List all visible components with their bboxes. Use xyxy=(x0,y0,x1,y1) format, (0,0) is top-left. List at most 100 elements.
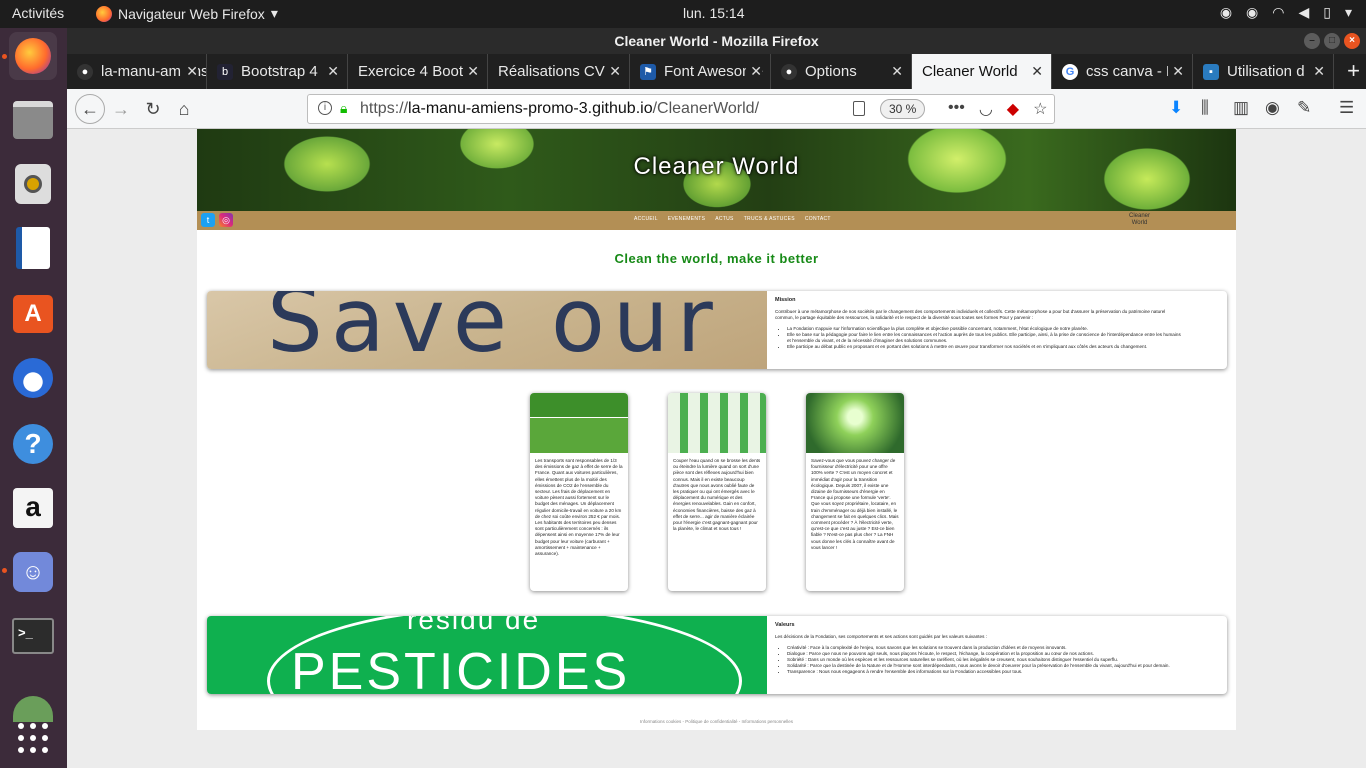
pocket-icon[interactable]: ◡ xyxy=(979,99,993,119)
back-button[interactable]: ← xyxy=(75,94,105,124)
close-icon[interactable]: ✕ xyxy=(1168,63,1184,80)
nav-trucs-astuces[interactable]: TRUCS & ASTUCES xyxy=(744,216,795,222)
extension-icon[interactable]: ◆ xyxy=(1007,99,1019,119)
nav-accueil[interactable]: ACCUEIL xyxy=(634,216,658,222)
activities-button[interactable]: Activités xyxy=(12,5,64,21)
discord-tray-icon[interactable]: ◉ xyxy=(1220,4,1232,21)
close-icon[interactable]: ✕ xyxy=(887,63,903,80)
close-icon[interactable]: ✕ xyxy=(1309,63,1325,80)
transport-card: Les transports sont responsables de 1/3 … xyxy=(530,393,628,591)
terminal-launcher[interactable]: >_ xyxy=(9,612,57,660)
firefox-icon xyxy=(96,5,112,22)
people-illustration xyxy=(530,393,628,453)
new-tab-button[interactable]: + xyxy=(1347,58,1360,84)
slogan: Clean the world, make it better xyxy=(614,251,819,266)
close-icon[interactable]: ✕ xyxy=(182,63,198,80)
writer-launcher[interactable] xyxy=(9,224,57,272)
downloads-icon[interactable]: ⬇ xyxy=(1169,98,1183,118)
list-item: Elle participe au débat public en propos… xyxy=(787,344,1185,350)
url-text[interactable]: https://la-manu-amiens-promo-3.github.io… xyxy=(360,100,759,118)
mission-intro: Contribuer à une métamorphose de nos soc… xyxy=(775,309,1166,320)
instagram-icon[interactable]: ◎ xyxy=(219,213,233,227)
site-footer[interactable]: Informations cookies - Politique de conf… xyxy=(197,719,1236,724)
launcher-dock: A ? a ☺ >_ xyxy=(0,28,67,768)
reader-view-icon[interactable] xyxy=(853,101,865,116)
hamburger-menu-icon[interactable]: ☰ xyxy=(1339,98,1354,118)
url-bar[interactable]: i 🔒︎ https://la-manu-amiens-promo-3.gith… xyxy=(307,94,1055,124)
amazon-icon: a xyxy=(13,488,53,528)
site-nav: t ◎ ACCUEIL EVENEMENTS ACTUS TRUCS & AST… xyxy=(197,211,1236,230)
app-menu[interactable]: Navigateur Web Firefox ▾ xyxy=(96,5,278,22)
close-icon[interactable]: ✕ xyxy=(463,63,479,80)
tab-css-canva[interactable]: G css canva - R ✕ xyxy=(1052,54,1193,89)
firefox-icon xyxy=(15,38,51,74)
help-icon: ? xyxy=(13,424,53,464)
nav-evenements[interactable]: EVENEMENTS xyxy=(668,216,705,222)
tab-options[interactable]: ● Options ✕ xyxy=(771,54,912,89)
twitter-icon[interactable]: t xyxy=(201,213,215,227)
close-icon[interactable]: ✕ xyxy=(746,63,762,80)
close-icon[interactable]: ✕ xyxy=(1027,63,1043,80)
nav-actus[interactable]: ACTUS xyxy=(715,216,733,222)
eyedropper-icon[interactable]: ✎ xyxy=(1297,98,1311,118)
navigation-toolbar: ← → ↻ ⌂ i 🔒︎ https://la-manu-amiens-prom… xyxy=(67,89,1366,129)
reload-button[interactable]: ↻ xyxy=(141,97,165,121)
logo-line2: World xyxy=(1131,220,1148,226)
save-our-image: Save our xyxy=(207,291,767,369)
thunderbird-launcher[interactable] xyxy=(9,354,57,402)
firefox-launcher[interactable] xyxy=(9,32,57,80)
close-icon[interactable]: ✕ xyxy=(323,63,339,80)
system-top-bar: Activités Navigateur Web Firefox ▾ lun. … xyxy=(0,0,1366,28)
chevron-down-icon[interactable]: ▾ xyxy=(1345,4,1352,21)
files-launcher[interactable] xyxy=(9,96,57,144)
info-icon[interactable]: i xyxy=(318,101,332,115)
logo-line1: Cleaner xyxy=(1129,213,1151,219)
sidebar-icon[interactable]: ▥ xyxy=(1233,98,1249,118)
clock[interactable]: lun. 15:14 xyxy=(683,5,745,21)
show-apps-button[interactable] xyxy=(9,714,57,762)
nav-contact[interactable]: CONTACT xyxy=(805,216,831,222)
software-launcher[interactable]: A xyxy=(9,290,57,338)
thunderbird-icon xyxy=(13,358,53,398)
lightbulb-photo xyxy=(806,393,904,453)
account-icon[interactable]: ◉ xyxy=(1265,98,1280,118)
mission-card: Save our Mission Contribuer à une métamo… xyxy=(207,291,1227,369)
url-prefix: https:// xyxy=(360,100,409,117)
close-window-button[interactable]: × xyxy=(1344,33,1360,49)
library-icon[interactable]: ⫼ xyxy=(1201,98,1209,118)
bookmark-star-icon[interactable]: ☆ xyxy=(1033,99,1047,119)
tab-exercice[interactable]: Exercice 4 Boot ✕ xyxy=(348,54,488,89)
files-icon xyxy=(13,101,53,139)
battery-icon[interactable]: ▯ xyxy=(1323,4,1331,21)
tab-cleaner-world[interactable]: Cleaner World ✕ xyxy=(912,54,1052,89)
volume-icon[interactable]: ◀ xyxy=(1298,4,1309,21)
page-actions-icon[interactable]: ••• xyxy=(948,99,965,119)
minimize-button[interactable]: – xyxy=(1304,33,1320,49)
tab-bootstrap[interactable]: b Bootstrap 4 ✕ xyxy=(207,54,348,89)
zoom-indicator[interactable]: 30 % xyxy=(880,99,926,119)
tab-utilisation[interactable]: ▪ Utilisation d ✕ xyxy=(1193,54,1334,89)
rhythmbox-launcher[interactable] xyxy=(9,160,57,208)
tab-font-awesome[interactable]: ⚑ Font Awesome ✕ xyxy=(630,54,771,89)
eco-energy-illustration xyxy=(668,393,766,453)
window-title: Cleaner World - Mozilla Firefox xyxy=(614,33,819,49)
forward-button[interactable]: → xyxy=(109,97,133,121)
discord-tray-icon-2[interactable]: ◉ xyxy=(1246,4,1258,21)
maximize-button[interactable]: □ xyxy=(1324,33,1340,49)
website: Cleaner World t ◎ ACCUEIL EVENEMENTS ACT… xyxy=(197,129,1236,730)
list-item: Transparence : Nous nous engageons à ren… xyxy=(787,669,1185,675)
help-launcher[interactable]: ? xyxy=(9,420,57,468)
system-tray: ◉ ◉ ◠ ◀ ▯ ▾ xyxy=(1220,4,1352,21)
image-text-line2: PESTICIDES xyxy=(291,643,631,694)
close-icon[interactable]: ✕ xyxy=(605,63,621,80)
tab-realisations[interactable]: Réalisations CV ✕ xyxy=(488,54,630,89)
tab-la-manu-amiens[interactable]: ● la-manu-amiens ✕ xyxy=(67,54,207,89)
discord-launcher[interactable]: ☺ xyxy=(9,548,57,596)
valeurs-intro: Les décisions de la Fondation, ses compo… xyxy=(775,634,987,639)
site-logo[interactable]: Cleaner World xyxy=(1129,213,1150,227)
software-bag-icon: A xyxy=(13,295,53,333)
amazon-launcher[interactable]: a xyxy=(9,484,57,532)
url-host: la-manu-amiens-promo-3.github.io xyxy=(408,100,653,117)
home-button[interactable]: ⌂ xyxy=(172,97,196,121)
wifi-icon[interactable]: ◠ xyxy=(1272,4,1284,21)
